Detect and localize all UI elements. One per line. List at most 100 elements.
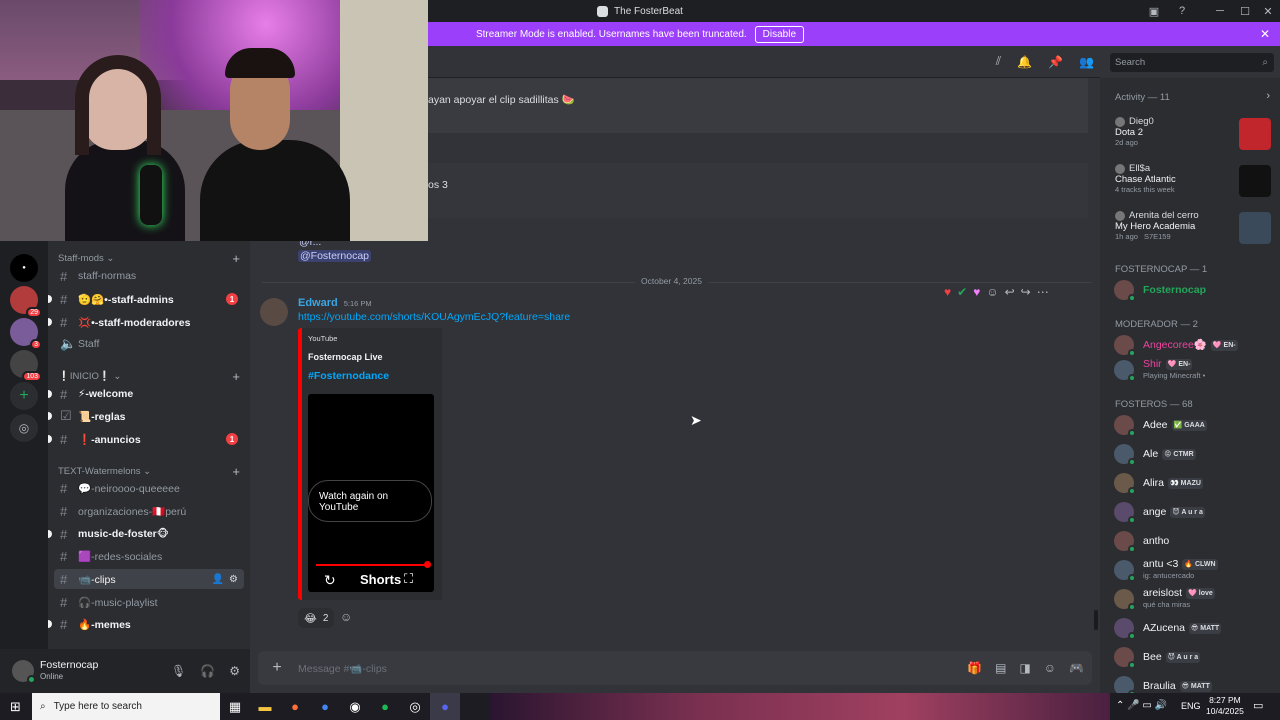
reaction-pill[interactable]: 😂 2 — [298, 608, 335, 628]
category-inicio[interactable]: ❕INICIO❕ ⌄ + — [58, 369, 240, 384]
add-server-icon[interactable]: + — [10, 382, 38, 410]
gif-icon[interactable]: ▤ — [995, 661, 1006, 675]
server-icon[interactable]: 3 — [10, 318, 42, 350]
message-input[interactable]: Message #📹-clips — [298, 662, 387, 675]
help-icon[interactable]: ? — [1170, 0, 1194, 22]
message-author[interactable]: Edward — [298, 297, 338, 309]
channel-staff-voice[interactable]: 🔈 Staff — [54, 334, 244, 354]
user-settings-icon[interactable]: ⚙ — [229, 664, 240, 678]
channel-staff-moderadores[interactable]: # 💢•-staff-moderadores — [48, 312, 244, 332]
member-item[interactable]: areislost 🩷 love qué cha miras — [1114, 587, 1274, 611]
channel-staff-normas[interactable]: # staff-normas — [54, 266, 244, 286]
taskbar-search-input[interactable]: ⌕ Type here to search — [32, 693, 220, 720]
member-item[interactable]: antu <3 🔥 CLWN ig: antucercado — [1114, 558, 1274, 582]
pin-icon[interactable]: 📌 — [1048, 55, 1063, 69]
fullscreen-icon[interactable]: ⛶ — [404, 571, 413, 587]
channel-redes-sociales[interactable]: # 🟪-redes-sociales — [54, 546, 244, 566]
channel-organizaciones[interactable]: # organizaciones-🇵🇪perú — [54, 501, 244, 521]
channel-settings-icon[interactable]: ⚙ — [229, 574, 238, 585]
tray-icons[interactable]: ⌃ 🎤 ▭ 🔊 — [1116, 700, 1167, 711]
sticker-icon[interactable]: ◨ — [1019, 661, 1030, 675]
invite-icon[interactable]: 👤 — [212, 574, 224, 585]
task-view-icon[interactable]: ▦ — [220, 693, 250, 720]
threads-icon[interactable]: ⫽ — [996, 54, 1001, 69]
minimize-button[interactable]: ─ — [1208, 0, 1232, 22]
progress-bar[interactable] — [316, 564, 428, 566]
add-channel-icon[interactable]: + — [232, 251, 240, 266]
channel-neiroooo[interactable]: # 💬-neiroooo-queeeee — [54, 478, 244, 498]
apps-icon[interactable]: 🎮 — [1069, 661, 1084, 675]
avatar[interactable] — [1114, 676, 1136, 693]
category-staff-mods[interactable]: Staff-mods ⌄ + — [58, 251, 240, 266]
discover-icon[interactable]: ◎ — [10, 414, 38, 442]
server-icon[interactable]: 29 — [10, 286, 42, 318]
disable-button[interactable]: Disable — [754, 25, 805, 43]
channel-anuncios[interactable]: # ❗-anuncios 1 — [48, 429, 244, 449]
avatar[interactable] — [1114, 618, 1136, 640]
reply-icon[interactable]: ↩ — [1005, 285, 1015, 299]
avatar[interactable] — [1114, 589, 1136, 611]
avatar[interactable] — [1114, 647, 1136, 669]
member-item[interactable]: Bee 😈 A u r a — [1114, 645, 1274, 669]
channel-music-de-foster[interactable]: # music-de-foster🐵 — [48, 524, 244, 544]
heart-reaction-icon[interactable]: ♥ — [944, 285, 951, 299]
avatar[interactable] — [1114, 560, 1136, 582]
notifications-icon[interactable]: ▭ — [1253, 699, 1263, 712]
forward-icon[interactable]: ↪ — [1021, 285, 1031, 299]
add-reaction-icon[interactable]: ☺ — [986, 285, 998, 299]
server-icon[interactable]: ● — [10, 254, 38, 282]
attach-icon[interactable]: + — [268, 659, 286, 677]
activity-card[interactable]: Ell$a Chase Atlantic 4 tracks this week — [1115, 163, 1271, 203]
add-channel-icon[interactable]: + — [232, 464, 240, 479]
add-channel-icon[interactable]: + — [232, 369, 240, 384]
chrome-icon[interactable]: ● — [310, 693, 340, 720]
chevron-right-icon[interactable]: › — [1266, 90, 1270, 102]
bell-icon[interactable]: 🔔 — [1017, 55, 1032, 69]
banner-close-icon[interactable]: ✕ — [1260, 27, 1270, 41]
discord-taskbar-icon[interactable]: ● — [430, 693, 460, 720]
embed-title[interactable]: #Fosternodance — [308, 370, 389, 382]
avatar[interactable] — [1114, 444, 1136, 466]
replay-icon[interactable]: ↻ — [324, 572, 336, 589]
message-link[interactable]: https://youtube.com/shorts/KOUAgymEcJQ?f… — [298, 311, 570, 323]
activity-header[interactable]: Activity — 11 — [1115, 92, 1170, 103]
firefox-icon[interactable]: ● — [280, 693, 310, 720]
avatar[interactable] — [1114, 531, 1136, 553]
app-icon[interactable]: ◎ — [400, 693, 430, 720]
pink-heart-reaction-icon[interactable]: ♥ — [973, 285, 980, 299]
server-icon[interactable]: 103 — [10, 350, 42, 382]
mention[interactable]: @Fosternocap — [298, 250, 372, 262]
avatar[interactable] — [260, 298, 288, 326]
channel-memes[interactable]: # 🔥-memes — [48, 614, 244, 634]
avatar[interactable] — [12, 660, 36, 684]
channel-staff-admins[interactable]: # 🫡🤗•-staff-admins 1 — [48, 289, 244, 309]
channel-welcome[interactable]: # ⚡-welcome — [48, 384, 244, 404]
avatar[interactable] — [1114, 335, 1136, 357]
spotify-icon[interactable]: ● — [370, 693, 400, 720]
avatar[interactable] — [1114, 502, 1136, 524]
channel-clips[interactable]: # 📹-clips 👤 ⚙ — [54, 569, 244, 589]
member-item[interactable]: antho — [1114, 529, 1274, 553]
member-item[interactable]: Shir 🩷 EN- Playing Minecraft • — [1114, 358, 1274, 382]
member-item[interactable]: Adee ✅ GAAA — [1114, 413, 1274, 437]
avatar[interactable] — [1114, 360, 1136, 382]
member-item[interactable]: Ale 😡 CTMR — [1114, 442, 1274, 466]
embed-author[interactable]: Fosternocap Live — [308, 352, 383, 362]
inbox-icon[interactable]: ▣ — [1142, 0, 1166, 22]
add-reaction-icon[interactable]: ☺ — [340, 610, 352, 624]
progress-handle[interactable] — [424, 561, 431, 568]
activity-card[interactable]: Dieg0 Dota 2 2d ago — [1115, 116, 1271, 156]
emoji-icon[interactable]: ☺ — [1044, 661, 1056, 675]
avatar[interactable] — [1114, 415, 1136, 437]
search-input[interactable]: Search ⌕ — [1110, 53, 1274, 72]
avatar[interactable] — [1114, 280, 1136, 302]
member-item[interactable]: Fosternocap — [1114, 278, 1274, 302]
member-item[interactable]: AZucena 😎 MATT — [1114, 616, 1274, 640]
category-text-watermelons[interactable]: TEXT-Watermelons ⌄ + — [58, 464, 240, 479]
member-item[interactable]: ange 😈 A u r a — [1114, 500, 1274, 524]
watch-again-button[interactable]: Watch again on YouTube — [308, 480, 432, 522]
channel-reglas[interactable]: ☑ 📜-reglas — [48, 406, 244, 426]
video-player[interactable]: Watch again on YouTube ↻ Shorts ⛶ — [308, 394, 434, 592]
headphones-icon[interactable]: 🎧 — [200, 664, 215, 678]
close-button[interactable]: ✕ — [1256, 0, 1280, 22]
